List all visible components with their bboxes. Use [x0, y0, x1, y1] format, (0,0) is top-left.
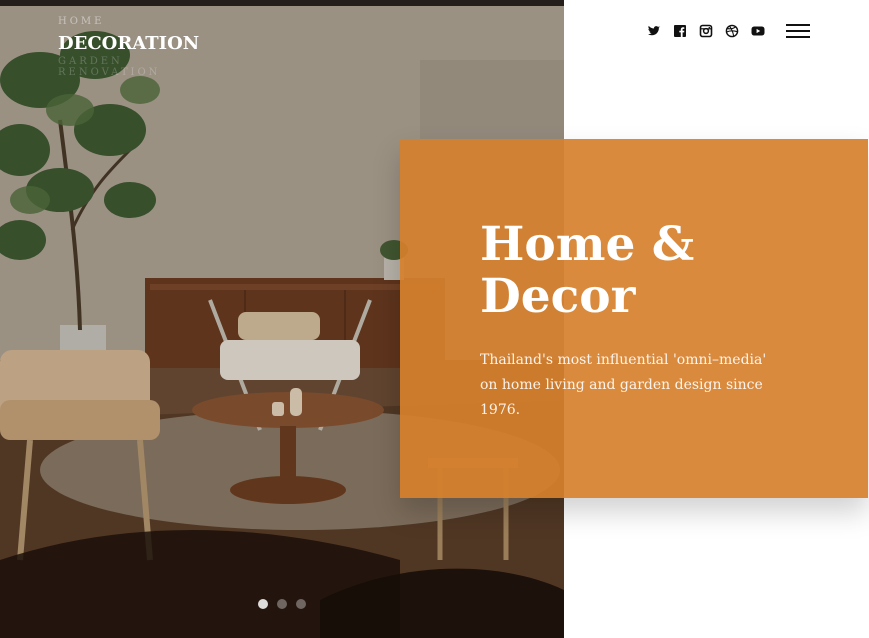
- feature-card: Home & Decor Thailand's most influential…: [400, 139, 868, 498]
- feature-description: Thailand's most influential 'omni–media'…: [480, 352, 767, 418]
- youtube-icon[interactable]: [751, 24, 765, 38]
- slider-dot-2[interactable]: [277, 599, 287, 609]
- slider-pagination: [258, 599, 306, 609]
- instagram-icon[interactable]: [699, 24, 713, 38]
- social-links: [647, 24, 765, 38]
- dribbble-icon[interactable]: [725, 24, 739, 38]
- feature-title: Home & Decor: [480, 217, 695, 324]
- nav-item-decoration[interactable]: DECORATION: [58, 30, 199, 58]
- main-nav: HOME DECORATION GARDEN RENOVATION: [58, 15, 199, 80]
- hamburger-menu-icon[interactable]: [786, 24, 810, 38]
- nav-item-home[interactable]: HOME: [58, 15, 199, 29]
- slider-dot-1[interactable]: [258, 599, 268, 609]
- facebook-icon[interactable]: [673, 24, 687, 38]
- slider-dot-3[interactable]: [296, 599, 306, 609]
- nav-item-renovation[interactable]: RENOVATION: [58, 66, 199, 80]
- twitter-icon[interactable]: [647, 24, 661, 38]
